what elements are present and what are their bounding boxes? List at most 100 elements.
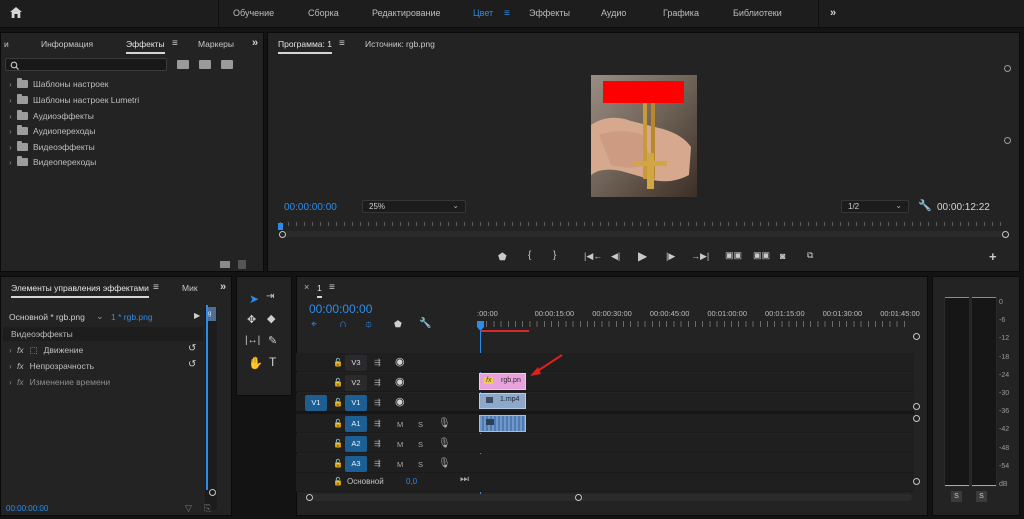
sync-lock-icon[interactable]: ⇶ (374, 460, 381, 468)
lock-icon[interactable]: 🔓 (333, 478, 343, 486)
workspace-tab-assembly[interactable]: Сборка (308, 8, 339, 18)
eye-icon[interactable]: ◉ (395, 357, 405, 368)
tree-item-audio-transitions[interactable]: › Аудиопереходы (9, 125, 95, 136)
scroll-handle-right[interactable] (1002, 231, 1009, 238)
track-target-v1[interactable]: V1 (345, 395, 367, 411)
tab-information[interactable]: Информация (41, 39, 93, 49)
mute-button[interactable]: M (397, 461, 403, 469)
linked-selection-icon[interactable]: ⯐ (365, 318, 373, 335)
track-target-a2[interactable]: A2 (345, 436, 367, 452)
selection-tool-icon[interactable]: ➤ (249, 292, 259, 306)
a-scroll-top-handle[interactable] (913, 415, 920, 422)
v-scroll-top-handle[interactable] (913, 333, 920, 340)
lock-icon[interactable]: 🔓 (333, 440, 343, 448)
more-tabs-icon[interactable]: » (220, 281, 226, 293)
play-icon[interactable]: ▶ (638, 249, 647, 263)
microphone-icon[interactable]: 🎙 (438, 439, 451, 449)
timeline-menu-icon[interactable]: ≡ (329, 282, 335, 293)
solo-button[interactable]: S (418, 461, 423, 469)
workspace-tab-audio[interactable]: Аудио (601, 8, 626, 18)
tab-program[interactable]: Программа: 1 (278, 39, 332, 54)
workspace-tab-learning[interactable]: Обучение (233, 8, 274, 18)
sync-lock-icon[interactable]: ⇶ (374, 379, 381, 387)
monitor-scroll-track[interactable] (280, 231, 1008, 237)
lock-icon[interactable]: 🔓 (333, 420, 343, 428)
lock-icon[interactable]: 🔓 (333, 399, 343, 407)
lock-icon[interactable]: 🔓 (333, 359, 343, 367)
source-patch-v1[interactable]: V1 (305, 395, 327, 411)
pen-tool-icon[interactable]: ✎ (268, 334, 277, 347)
tab-audio-mixer[interactable]: Мик (182, 283, 198, 293)
solo-left-button[interactable]: S (951, 491, 962, 502)
tab-effect-controls[interactable]: Элементы управления эффектами (11, 283, 149, 298)
add-marker-icon[interactable]: ⬟ (394, 319, 402, 330)
track-target-a1[interactable]: A1 (345, 416, 367, 432)
workspace-tab-color[interactable]: Цвет (473, 8, 493, 18)
timeline-ruler[interactable]: :00:00 00:00:15:00 00:00:30:00 00:00:45:00 0… (477, 309, 920, 333)
clip-rgb-png[interactable]: fx rgb.pn (479, 373, 526, 390)
export-icon[interactable]: ⎘ (204, 503, 211, 514)
microphone-icon[interactable]: 🎙 (438, 459, 451, 469)
scroll-handle-left[interactable] (279, 231, 286, 238)
timeline-settings-icon[interactable]: 🔧 (419, 318, 431, 329)
vscroll-handle-bottom[interactable] (1004, 137, 1011, 144)
tab-markers[interactable]: Маркеры (198, 39, 234, 49)
wrench-icon[interactable]: 🔧 (918, 201, 932, 212)
workspace-tab-editing[interactable]: Редактирование (372, 8, 441, 18)
go-to-out-icon[interactable]: →▶| (691, 251, 709, 262)
h-scroll-left-handle[interactable] (306, 494, 313, 501)
lift-icon[interactable]: ▣▣ (725, 250, 742, 261)
tree-item-video-effects[interactable]: › Видеоэффекты (9, 141, 95, 152)
mark-in-icon[interactable]: { (528, 250, 531, 261)
accelerated-effects-icon[interactable] (177, 60, 189, 69)
32bit-effects-icon[interactable] (199, 60, 211, 69)
mark-out-icon[interactable]: } (553, 250, 556, 261)
slip-tool-icon[interactable]: |↔| (245, 335, 260, 346)
timeline-h-scrollbar[interactable] (308, 494, 912, 501)
ec-scroll-handle[interactable] (209, 489, 216, 496)
ripple-edit-tool-icon[interactable]: ✥ (247, 313, 256, 326)
clip-audio-a1[interactable] (479, 415, 526, 432)
ec-playhead[interactable] (206, 305, 208, 490)
mute-button[interactable]: M (397, 421, 403, 429)
workspace-tab-graphics[interactable]: Графика (663, 8, 699, 18)
yuv-effects-icon[interactable] (221, 60, 233, 69)
solo-right-button[interactable]: S (976, 491, 987, 502)
tree-item-lumetri-presets[interactable]: › Шаблоны настроек Lumetri (9, 94, 139, 105)
solo-button[interactable]: S (418, 441, 423, 449)
effects-search-input[interactable] (5, 58, 167, 71)
monitor-playhead[interactable] (278, 223, 283, 230)
mute-button[interactable]: M (397, 441, 403, 449)
tree-item-video-transitions[interactable]: › Видеопереходы (9, 156, 96, 167)
master-clip-label[interactable]: Основной * rgb.png (9, 312, 85, 322)
sync-lock-icon[interactable]: ⇶ (374, 420, 381, 428)
button-editor-add-icon[interactable]: + (989, 249, 997, 264)
reset-motion-icon[interactable]: ↺ (188, 343, 196, 354)
panel-menu-icon[interactable]: ≡ (172, 38, 178, 49)
effect-row-motion[interactable]: › fx ⬚ Движение (9, 345, 83, 356)
workspace-tab-libraries[interactable]: Библиотеки (733, 8, 782, 18)
resolution-select[interactable]: 1/2 ⌄ (841, 200, 909, 213)
effect-row-time-remap[interactable]: › fx Изменение времени (9, 377, 110, 387)
go-to-in-icon[interactable]: |◀← (584, 251, 602, 262)
selected-clip-label[interactable]: 1 * rgb.png (111, 312, 153, 322)
monitor-menu-icon[interactable]: ≡ (339, 38, 345, 49)
new-folder-icon[interactable] (220, 261, 230, 268)
type-tool-icon[interactable]: T (269, 355, 276, 369)
step-back-icon[interactable]: ◀| (611, 251, 620, 262)
snap-icon[interactable]: ∩ (339, 318, 347, 330)
extract-icon[interactable]: ▣▣ (753, 250, 770, 261)
reset-opacity-icon[interactable]: ↺ (188, 359, 196, 370)
track-target-a3[interactable]: A3 (345, 456, 367, 472)
hand-tool-icon[interactable]: ✋ (248, 356, 263, 370)
h-scroll-right-handle[interactable] (575, 494, 582, 501)
step-forward-icon[interactable]: |▶ (666, 251, 675, 262)
filter-icon[interactable]: ▽ (185, 503, 192, 514)
tab-sequence[interactable]: 1 (317, 283, 322, 298)
tab-effects[interactable]: Эффекты (126, 39, 165, 54)
workspace-menu-icon[interactable]: ≡ (504, 9, 510, 19)
a-scroll-bottom-handle[interactable] (913, 478, 920, 485)
lock-icon[interactable]: 🔓 (333, 379, 343, 387)
zoom-select[interactable]: 25% ⌄ (362, 200, 466, 213)
more-tabs-icon[interactable]: » (252, 37, 258, 49)
